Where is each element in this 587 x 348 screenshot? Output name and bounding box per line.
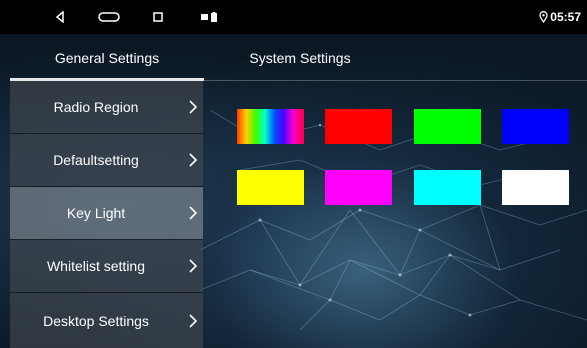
- color-swatch-blue[interactable]: [502, 109, 569, 144]
- notification-dot-icon: [199, 0, 209, 34]
- sidebar-item-label: Defaultsetting: [53, 152, 139, 168]
- sidebar-item-whitelist-setting[interactable]: Whitelist setting: [10, 240, 203, 293]
- sidebar-item-desktop-settings[interactable]: Desktop Settings: [10, 293, 203, 348]
- back-triangle-icon[interactable]: [52, 0, 68, 34]
- sidebar-item-defaultsetting[interactable]: Defaultsetting: [10, 134, 203, 187]
- home-pill-icon[interactable]: [96, 0, 122, 34]
- chevron-right-icon: [189, 81, 197, 133]
- tab-divider: [204, 80, 587, 81]
- sidebar-item-label: Key Light: [66, 205, 126, 221]
- color-swatch-cyan[interactable]: [414, 170, 481, 205]
- color-swatch-rainbow[interactable]: [237, 109, 304, 144]
- battery-icon: [210, 0, 218, 34]
- recents-square-icon[interactable]: [150, 0, 166, 34]
- color-swatch-red[interactable]: [325, 109, 392, 144]
- color-swatch-yellow[interactable]: [237, 170, 304, 205]
- location-pin-icon: [537, 0, 549, 34]
- tab-general-settings[interactable]: General Settings: [10, 34, 204, 82]
- sidebar-item-label: Whitelist setting: [46, 258, 146, 274]
- color-swatch-white[interactable]: [502, 170, 569, 205]
- tab-system-settings[interactable]: System Settings: [204, 34, 396, 82]
- chevron-right-icon: [189, 240, 197, 292]
- sidebar-item-key-light[interactable]: Key Light: [10, 187, 203, 240]
- status-bar: 05:57: [0, 0, 587, 34]
- settings-sidebar: Radio Region Defaultsetting Key Light Wh…: [0, 81, 203, 348]
- chevron-right-icon: [189, 187, 197, 239]
- tab-bar: General Settings System Settings: [0, 34, 587, 82]
- sidebar-item-label: Radio Region: [53, 99, 139, 115]
- chevron-right-icon: [189, 293, 197, 348]
- sidebar-item-label: Desktop Settings: [43, 312, 149, 329]
- clock-time: 05:57: [550, 10, 581, 24]
- color-swatch-magenta[interactable]: [325, 170, 392, 205]
- settings-screen: 05:57 General Settings System Settings R…: [0, 0, 587, 348]
- sidebar-item-radio-region[interactable]: Radio Region: [10, 81, 203, 134]
- chevron-right-icon: [189, 134, 197, 186]
- color-swatch-green[interactable]: [414, 109, 481, 144]
